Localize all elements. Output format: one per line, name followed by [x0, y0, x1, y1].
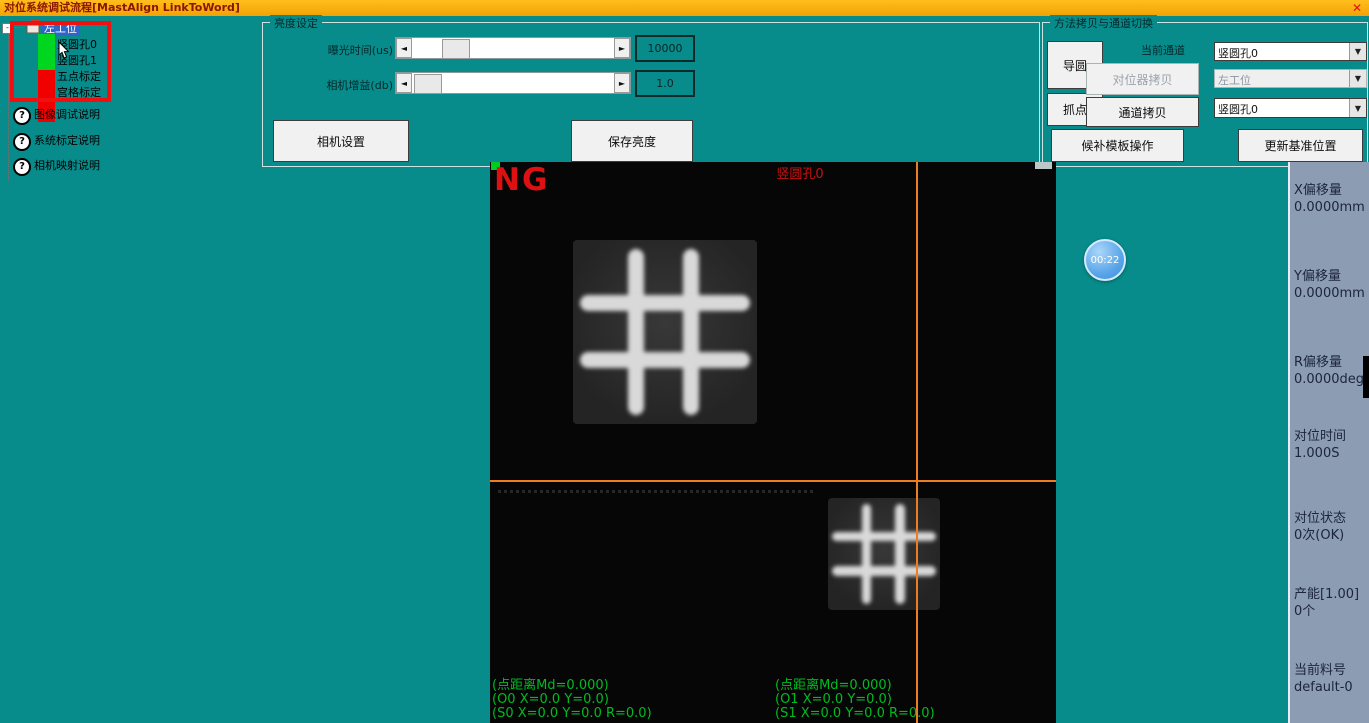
- exposure-value: 10000: [635, 35, 695, 62]
- overlay-line: (S0 X=0.0 Y=0.0 R=0.0): [492, 707, 652, 721]
- stats-panel: X偏移量 0.0000mm Y偏移量 0.0000mm R偏移量 0.0000d…: [1288, 162, 1369, 723]
- stat-value: 0.0000deg: [1294, 371, 1364, 388]
- faint-dotted-line: [498, 490, 813, 493]
- stat-value: 0.0000mm: [1294, 285, 1365, 302]
- collapse-toggle-icon[interactable]: -: [2, 23, 13, 34]
- help-icon: ?: [13, 133, 31, 151]
- help-icon: ?: [13, 107, 31, 125]
- stat-y-offset: Y偏移量 0.0000mm: [1294, 268, 1365, 302]
- brightness-panel: 亮度设定 曝光时间(us) ◄ ► 10000 相机增益(db) ◄ ► 1.0…: [262, 22, 1040, 167]
- channel-dropdown-2[interactable]: 竖圆孔0 ▼: [1214, 98, 1367, 118]
- scroll-left-icon[interactable]: ◄: [396, 38, 412, 58]
- current-channel-label: 当前通道: [1113, 42, 1213, 58]
- chevron-down-icon[interactable]: ▼: [1349, 43, 1366, 60]
- stat-value: 0.0000mm: [1294, 199, 1365, 216]
- stat-label: 对位状态: [1294, 510, 1346, 527]
- station-dropdown: 左工位 ▼: [1214, 69, 1367, 88]
- channel-dropdown-2-value: 竖圆孔0: [1215, 99, 1349, 117]
- scroll-right-icon[interactable]: ►: [614, 73, 630, 93]
- tree-item-image-debug-help[interactable]: 图像调试说明: [34, 108, 100, 122]
- result-badge: NG: [494, 162, 549, 198]
- stat-label: Y偏移量: [1294, 268, 1365, 285]
- gain-scrollbar[interactable]: ◄ ►: [395, 72, 631, 94]
- close-icon[interactable]: ✕: [1352, 0, 1362, 16]
- overlay-line: (点距离Md=0.000): [492, 679, 652, 693]
- gain-scroll-thumb[interactable]: [414, 74, 442, 94]
- stat-capacity: 产能[1.00] 0个: [1294, 586, 1359, 620]
- crosshair-vertical-line: [916, 162, 918, 723]
- tree-item-camera-map-help[interactable]: 相机映射说明: [34, 159, 100, 173]
- measurement-overlay-left: (点距离Md=0.000) (O0 X=0.0 Y=0.0) (S0 X=0.0…: [492, 679, 652, 721]
- fiducial-mark-small: [828, 498, 940, 610]
- camera-viewport: NG 竖圆孔0 (点距离Md=0.000) (O0 X=0.0 Y=0.0) (…: [490, 162, 1056, 723]
- chevron-down-icon: ▼: [1349, 70, 1366, 87]
- tree-item-five-point-calib[interactable]: 五点标定: [57, 70, 101, 84]
- stat-value: default-0: [1294, 679, 1353, 696]
- scroll-right-icon[interactable]: ►: [614, 38, 630, 58]
- project-tree: - 左工位 竖圆孔0 竖圆孔1 五点标定 宫格标定 ? ? ? 图像调试说明 系…: [0, 16, 262, 226]
- overlay-line: (O0 X=0.0 Y=0.0): [492, 693, 652, 707]
- stat-r-offset: R偏移量 0.0000deg: [1294, 354, 1364, 388]
- exposure-scroll-thumb[interactable]: [442, 39, 470, 59]
- stat-value: 1.000S: [1294, 445, 1346, 462]
- stat-label: X偏移量: [1294, 182, 1365, 199]
- stat-current-part: 当前料号 default-0: [1294, 662, 1353, 696]
- channel-dropdown[interactable]: 竖圆孔0 ▼: [1214, 42, 1367, 61]
- stat-align-status: 对位状态 0次(OK): [1294, 510, 1346, 544]
- channel-copy-button[interactable]: 通道拷贝: [1086, 97, 1199, 127]
- exposure-label: 曝光时间(us): [299, 42, 393, 58]
- gain-value: 1.0: [635, 70, 695, 97]
- window-title: 对位系统调试流程[MastAlign LinkToWord]: [4, 1, 240, 14]
- recording-timer-badge[interactable]: 00:22: [1084, 239, 1126, 281]
- stat-label: 当前料号: [1294, 662, 1353, 679]
- mouse-cursor-icon: [58, 42, 70, 59]
- title-bar: 对位系统调试流程[MastAlign LinkToWord] ✕: [0, 0, 1369, 16]
- tree-connector: [8, 30, 9, 181]
- stat-label: 对位时间: [1294, 428, 1346, 445]
- method-panel-title: 方法拷贝与通道切换: [1050, 15, 1157, 31]
- gain-label: 相机增益(db): [299, 77, 393, 93]
- stat-label: 产能[1.00]: [1294, 586, 1359, 603]
- stat-value: 0次(OK): [1294, 527, 1346, 544]
- overlay-line: (S1 X=0.0 Y=0.0 R=0.0): [775, 707, 935, 721]
- measurement-overlay-right: (点距离Md=0.000) (O1 X=0.0 Y=0.0) (S1 X=0.0…: [775, 679, 935, 721]
- viewport-channel-label: 竖圆孔0: [745, 163, 855, 182]
- overlay-line: (O1 X=0.0 Y=0.0): [775, 693, 935, 707]
- timer-value: 00:22: [1091, 255, 1120, 266]
- channel-dropdown-value: 竖圆孔0: [1215, 43, 1349, 60]
- status-block-green: [38, 34, 55, 70]
- viewport-top-nub: [1035, 162, 1052, 169]
- save-brightness-button[interactable]: 保存亮度: [571, 120, 693, 162]
- brightness-panel-title: 亮度设定: [270, 15, 322, 31]
- stat-value: 0个: [1294, 603, 1359, 620]
- fiducial-mark-large: [573, 240, 757, 424]
- camera-settings-button[interactable]: 相机设置: [273, 120, 409, 162]
- stats-scrollbar-fragment[interactable]: [1363, 356, 1369, 398]
- scroll-left-icon[interactable]: ◄: [396, 73, 412, 93]
- aligner-copy-button: 对位器拷贝: [1086, 63, 1199, 95]
- method-panel: 方法拷贝与通道切换 导圆 抓点 当前通道 竖圆孔0 ▼ 对位器拷贝 左工位 ▼ …: [1042, 22, 1368, 167]
- tree-item-grid-calib[interactable]: 宫格标定: [57, 86, 101, 100]
- station-dropdown-value: 左工位: [1215, 70, 1349, 87]
- stat-label: R偏移量: [1294, 354, 1364, 371]
- help-icon: ?: [13, 158, 31, 176]
- chevron-down-icon[interactable]: ▼: [1349, 99, 1366, 117]
- tree-item-system-calib-help[interactable]: 系统标定说明: [34, 134, 100, 148]
- exposure-scrollbar[interactable]: ◄ ►: [395, 37, 631, 59]
- template-operation-button[interactable]: 候补模板操作: [1051, 129, 1184, 162]
- update-base-position-button[interactable]: 更新基准位置: [1238, 129, 1363, 162]
- crosshair-horizontal-line: [490, 480, 1056, 482]
- station-house-icon: [25, 19, 41, 33]
- stat-align-time: 对位时间 1.000S: [1294, 428, 1346, 462]
- stat-x-offset: X偏移量 0.0000mm: [1294, 182, 1365, 216]
- app-window: 对位系统调试流程[MastAlign LinkToWord] ✕ - 左工位 竖…: [0, 0, 1369, 723]
- overlay-line: (点距离Md=0.000): [775, 679, 935, 693]
